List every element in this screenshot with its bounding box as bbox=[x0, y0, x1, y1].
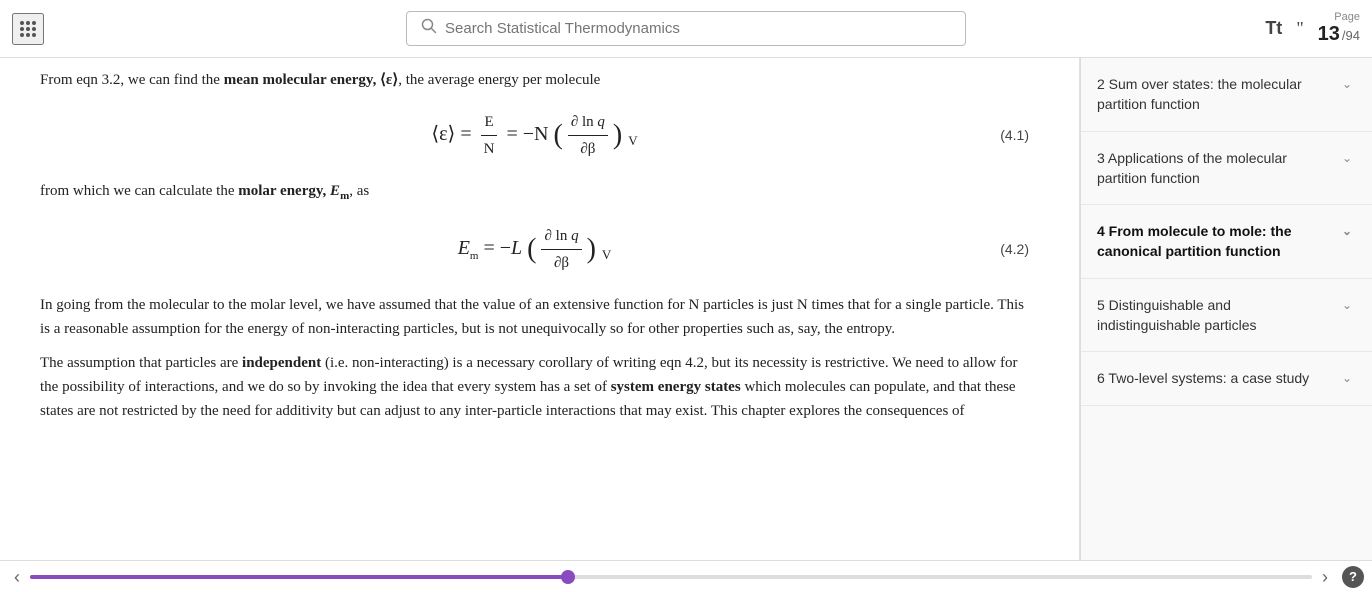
sidebar-item-4-label: 4 From molecule to mole: the canonical p… bbox=[1097, 221, 1332, 262]
progress-track[interactable] bbox=[30, 575, 1312, 579]
open-paren-2: ( bbox=[527, 233, 536, 264]
para4-text-1: The assumption that particles are bbox=[40, 355, 242, 371]
paragraph-3: In going from the molecular to the molar… bbox=[40, 293, 1029, 341]
chevron-icon-2: ⌄ bbox=[1342, 76, 1352, 93]
frac-dlnq-dbeta-2: ∂ ln q ∂β bbox=[541, 224, 581, 275]
prev-page-button[interactable]: ‹ bbox=[8, 568, 26, 586]
equation-4-1: ⟨ε⟩ = E N = −N ( ∂ ln q ∂β ) V (4.1) bbox=[40, 110, 1029, 161]
eq-label-4-1: (4.1) bbox=[1000, 124, 1029, 146]
frac-E-N: E N bbox=[481, 110, 498, 161]
font-style-button[interactable]: Tt bbox=[1265, 18, 1282, 39]
bottombar: ‹ › ? bbox=[0, 560, 1372, 592]
total-pages: /94 bbox=[1342, 28, 1360, 43]
sidebar-item-4[interactable]: 4 From molecule to mole: the canonical p… bbox=[1081, 205, 1372, 279]
chevron-icon-4: ⌄ bbox=[1342, 223, 1352, 240]
equation-4-2-math: Em = −L ( ∂ ln q ∂β ) V bbox=[458, 224, 612, 275]
chevron-icon-6: ⌄ bbox=[1342, 370, 1352, 387]
eq-label-4-2: (4.2) bbox=[1000, 238, 1029, 260]
search-input[interactable] bbox=[445, 20, 951, 37]
help-button[interactable]: ? bbox=[1342, 566, 1364, 588]
sidebar-item-5[interactable]: 5 Distinguishable and indistinguishable … bbox=[1081, 279, 1372, 353]
para4-bold-system-energy: system energy states bbox=[611, 379, 741, 395]
search-icon bbox=[421, 18, 437, 39]
paragraph-4: The assumption that particles are indepe… bbox=[40, 351, 1029, 423]
current-page-number[interactable]: 13 bbox=[1318, 23, 1340, 46]
sidebar-item-2-label: 2 Sum over states: the molecular partiti… bbox=[1097, 74, 1332, 115]
subscript-V-2: V bbox=[602, 247, 611, 262]
main-area: From eqn 3.2, we can find the mean molec… bbox=[0, 58, 1372, 560]
bold-text-mean-energy: mean molecular energy, ⟨ε⟩ bbox=[224, 72, 398, 88]
sidebar: 2 Sum over states: the molecular partiti… bbox=[1080, 58, 1372, 560]
chevron-icon-3: ⌄ bbox=[1342, 150, 1352, 167]
open-paren-1: ( bbox=[554, 120, 563, 151]
equation-4-1-math: ⟨ε⟩ = E N = −N ( ∂ ln q ∂β ) V bbox=[431, 110, 637, 161]
chevron-icon-5: ⌄ bbox=[1342, 297, 1352, 314]
sidebar-item-3[interactable]: 3 Applications of the molecular partitio… bbox=[1081, 132, 1372, 206]
close-paren-1: ) bbox=[613, 120, 622, 151]
sidebar-item-2[interactable]: 2 Sum over states: the molecular partiti… bbox=[1081, 58, 1372, 132]
page-navigation: Page 13 /94 bbox=[1318, 11, 1360, 46]
grid-menu-button[interactable] bbox=[12, 13, 44, 45]
para4-bold-independent: independent bbox=[242, 355, 321, 371]
progress-thumb[interactable] bbox=[561, 570, 575, 584]
paragraph-1: From eqn 3.2, we can find the mean molec… bbox=[40, 68, 1029, 92]
content-area: From eqn 3.2, we can find the mean molec… bbox=[0, 58, 1080, 560]
sidebar-item-5-label: 5 Distinguishable and indistinguishable … bbox=[1097, 295, 1332, 336]
topbar: Tt " Page 13 /94 bbox=[0, 0, 1372, 58]
topbar-right: Tt " Page 13 /94 bbox=[1265, 11, 1360, 46]
frac-dlnq-dbeta: ∂ ln q ∂β bbox=[568, 110, 608, 161]
sidebar-item-3-label: 3 Applications of the molecular partitio… bbox=[1097, 148, 1332, 189]
sidebar-item-6-label: 6 Two-level systems: a case study bbox=[1097, 368, 1309, 388]
progress-fill bbox=[30, 575, 568, 579]
close-paren-2: ) bbox=[587, 233, 596, 264]
equation-4-2: Em = −L ( ∂ ln q ∂β ) V (4.2) bbox=[40, 224, 1029, 275]
search-bar[interactable] bbox=[406, 11, 966, 46]
subscript-V-1: V bbox=[628, 133, 637, 148]
quote-button[interactable]: " bbox=[1296, 18, 1303, 39]
sidebar-item-6[interactable]: 6 Two-level systems: a case study ⌄ bbox=[1081, 352, 1372, 405]
next-page-button[interactable]: › bbox=[1316, 568, 1334, 586]
bold-molar-energy: molar energy, Em bbox=[238, 183, 349, 199]
page-label: Page bbox=[1334, 11, 1360, 23]
paragraph-2: from which we can calculate the molar en… bbox=[40, 179, 1029, 206]
